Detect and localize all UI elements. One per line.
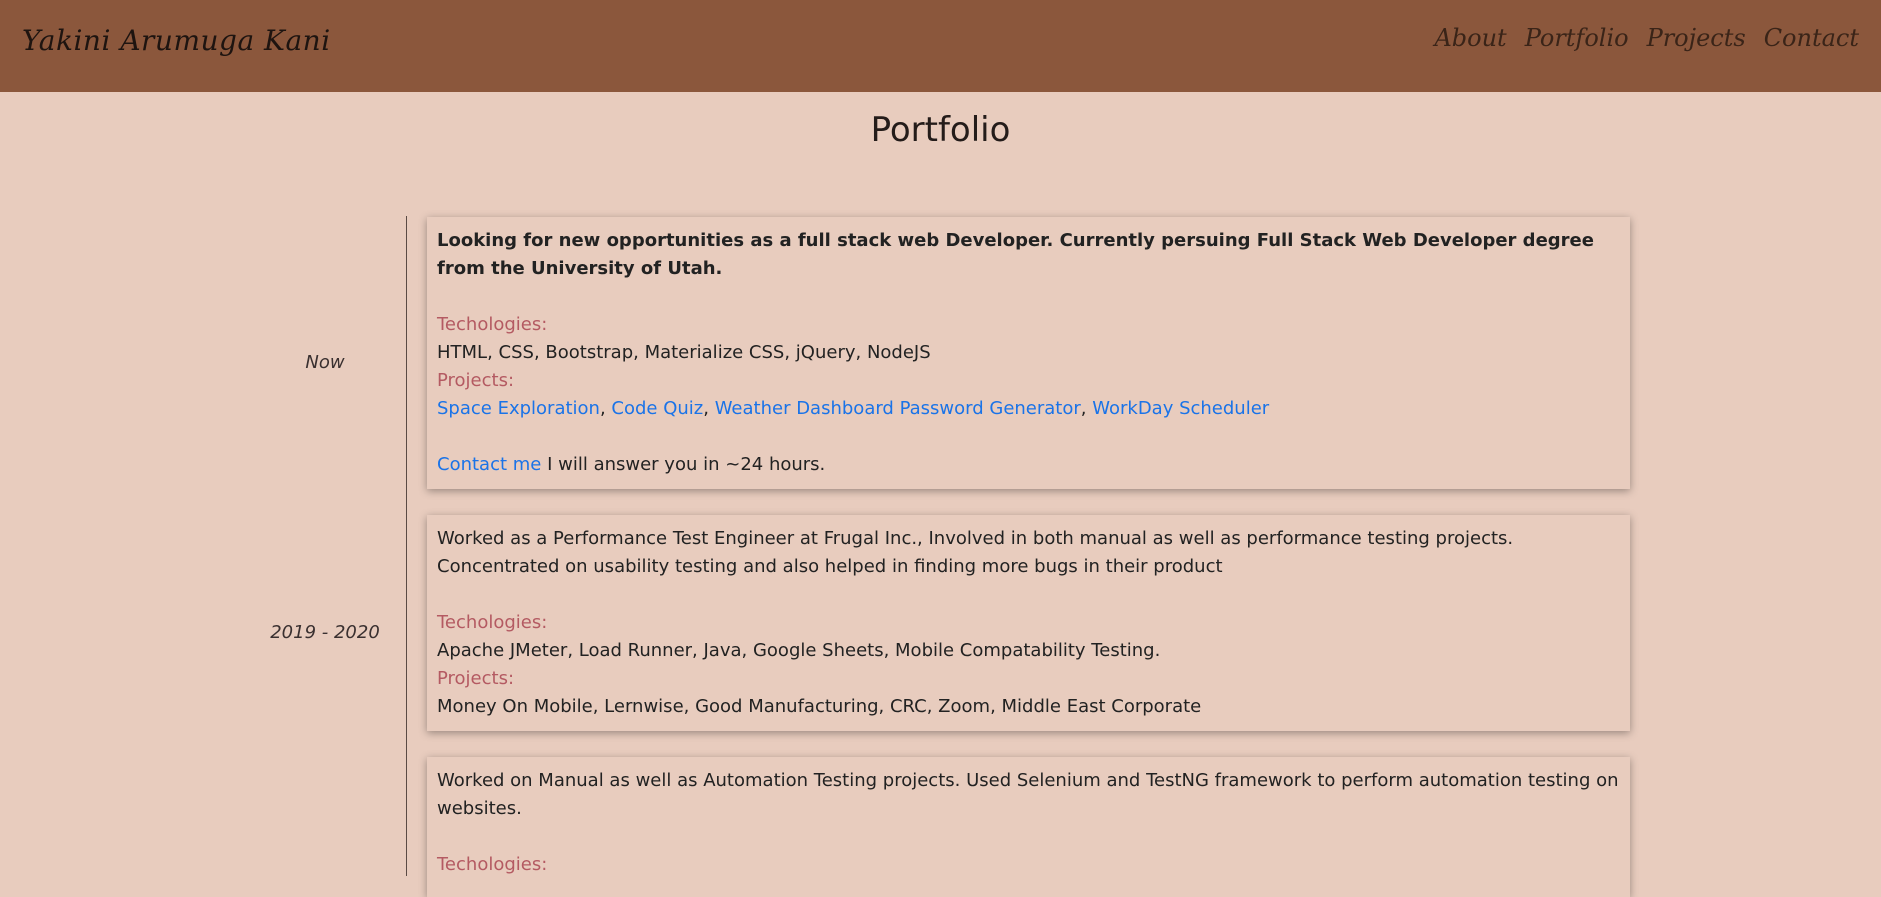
card-summary: Looking for new opportunities as a full …	[437, 230, 1594, 279]
technologies-list: HTML, CSS, Bootstrap, Materialize CSS, j…	[437, 342, 931, 363]
main-nav: About Portfolio Projects Contact	[1434, 24, 1859, 52]
nav-link-about[interactable]: About	[1434, 24, 1506, 52]
separator: ,	[599, 398, 612, 419]
card-summary: Worked on Manual as well as Automation T…	[437, 770, 1619, 819]
technologies-label: Techologies:	[437, 854, 548, 875]
card-summary: Worked as a Performance Test Engineer at…	[437, 528, 1514, 577]
top-navbar: Yakini Arumuga Kani About Portfolio Proj…	[0, 0, 1881, 92]
nav-link-projects[interactable]: Projects	[1647, 24, 1746, 52]
projects-list: Money On Mobile, Lernwise, Good Manufact…	[437, 696, 1202, 717]
page-title: Portfolio	[870, 110, 1011, 150]
separator: ,	[1080, 398, 1093, 419]
technologies-list: Apache JMeter, Load Runner, Java, Google…	[437, 640, 1161, 661]
timeline-period-2019-2020: 2019 - 2020	[270, 622, 380, 643]
contact-me-link[interactable]: Contact me	[437, 454, 541, 475]
separator: ,	[703, 398, 715, 419]
brand-name[interactable]: Yakini Arumuga Kani	[22, 24, 331, 57]
timeline-card-current: Looking for new opportunities as a full …	[427, 217, 1630, 489]
project-links: Space Exploration, Code Quiz, Weather Da…	[437, 395, 1620, 423]
timeline-line	[406, 216, 407, 876]
contact-text: I will answer you in ~24 hours.	[541, 454, 826, 475]
contact-line: Contact me I will answer you in ~24 hour…	[437, 451, 1620, 479]
technologies-label: Techologies:	[437, 612, 548, 633]
project-link-workday-scheduler[interactable]: WorkDay Scheduler	[1092, 398, 1269, 419]
timeline-card-testing: Worked on Manual as well as Automation T…	[427, 757, 1630, 897]
nav-link-contact[interactable]: Contact	[1764, 24, 1859, 52]
nav-link-portfolio[interactable]: Portfolio	[1525, 24, 1629, 52]
technologies-label: Techologies:	[437, 314, 548, 335]
project-link-code-quiz[interactable]: Code Quiz	[611, 398, 703, 419]
projects-label: Projects:	[437, 370, 515, 391]
timeline-period-now: Now	[305, 352, 345, 373]
projects-label: Projects:	[437, 668, 515, 689]
timeline-card-frugal: Worked as a Performance Test Engineer at…	[427, 515, 1630, 731]
project-link-weather-dashboard[interactable]: Weather Dashboard Password Generator	[715, 398, 1081, 419]
project-link-space-exploration[interactable]: Space Exploration	[437, 398, 600, 419]
